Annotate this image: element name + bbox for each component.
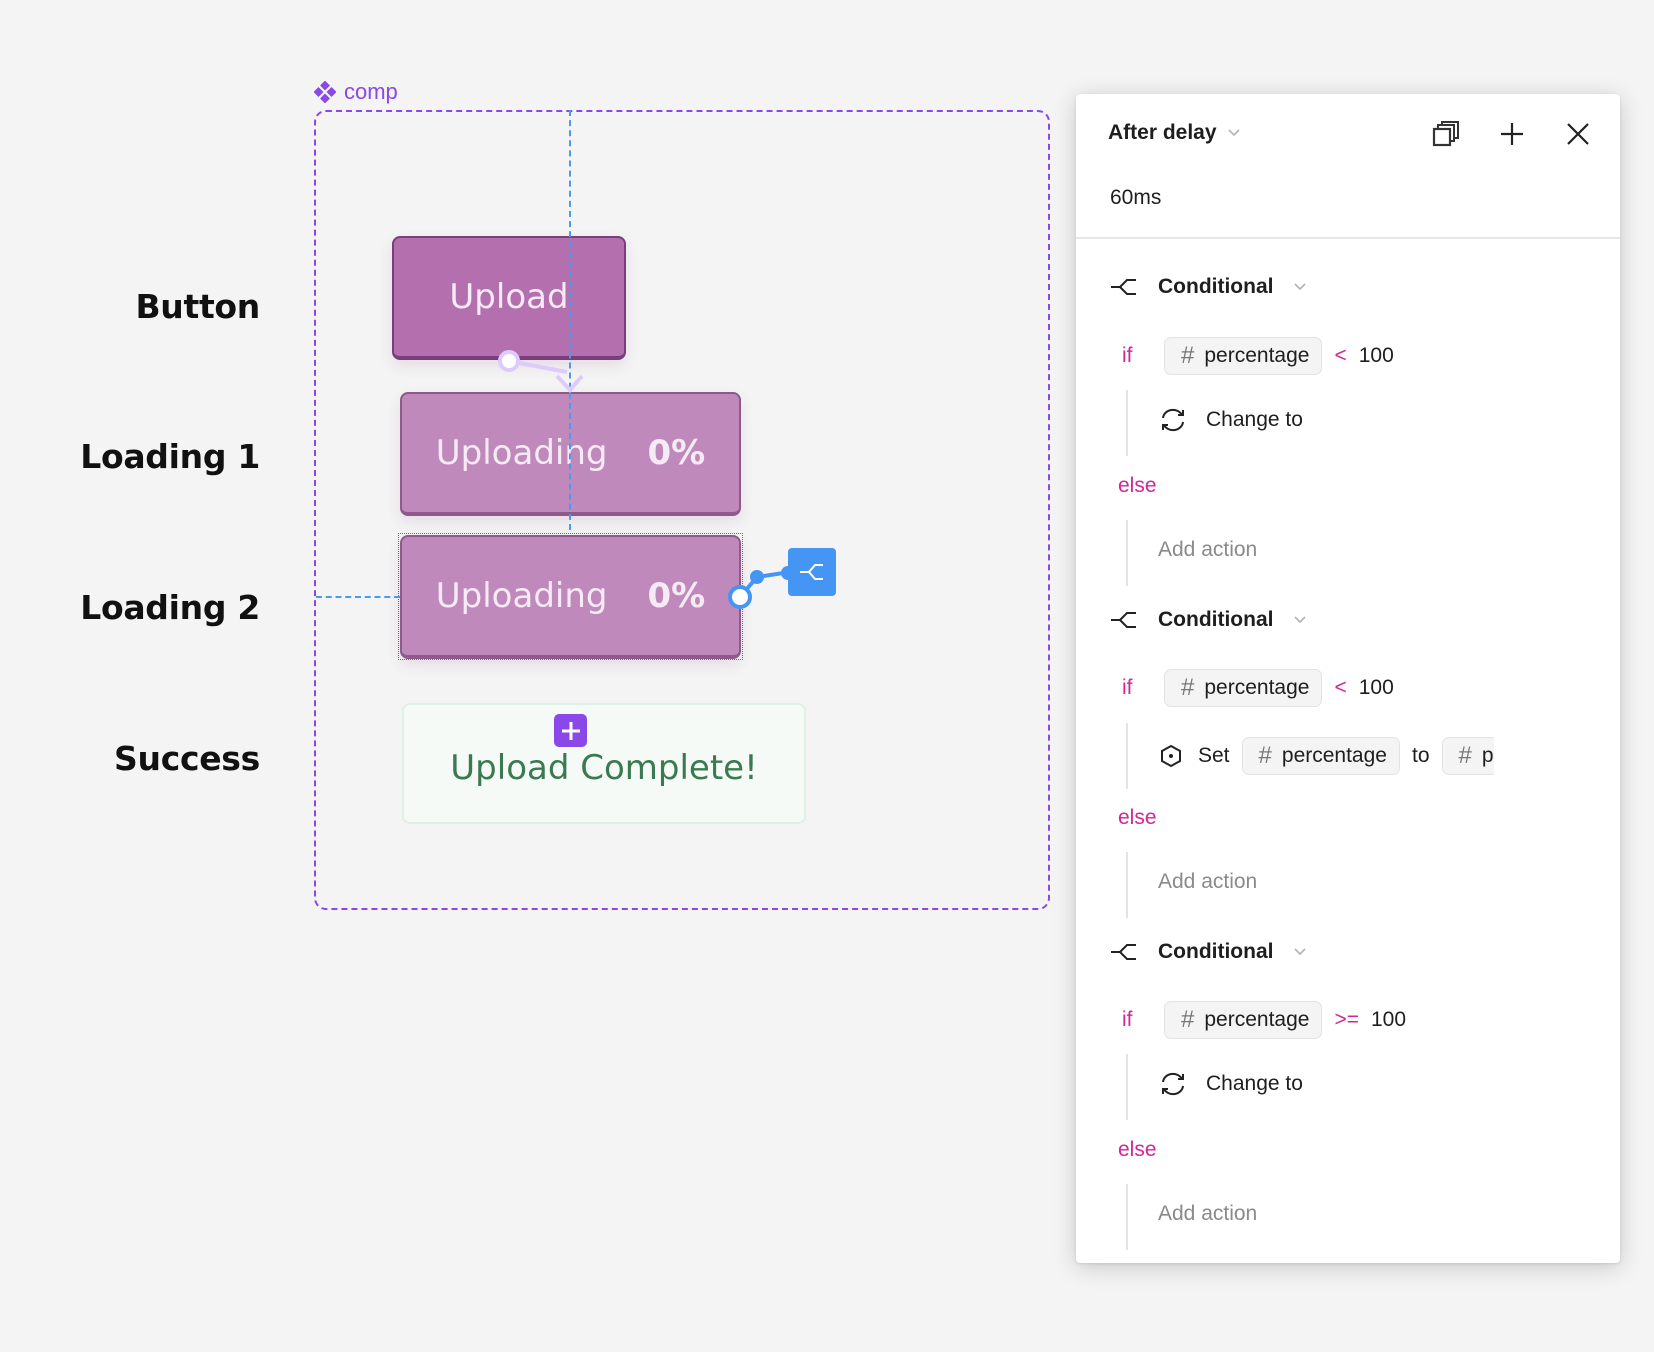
conditional-title: Conditional	[1158, 608, 1274, 631]
change-to-icon	[1162, 1072, 1184, 1096]
loading-2-percent: 0%	[647, 576, 706, 616]
variable-name: percentage	[1204, 676, 1310, 699]
conditional-header[interactable]: Conditional	[1110, 940, 1307, 964]
number-variable-icon: #	[1181, 674, 1195, 701]
variable-pill[interactable]: # percentage	[1164, 337, 1323, 375]
condition-value[interactable]: 100	[1359, 344, 1394, 368]
copies-icon[interactable]	[1432, 120, 1460, 148]
conditional-title: Conditional	[1158, 275, 1274, 298]
trigger-label: After delay	[1108, 121, 1217, 144]
add-action-button[interactable]: Add action	[1158, 870, 1257, 894]
loading-1-label: Uploading	[435, 433, 608, 473]
alignment-guide-horizontal	[316, 596, 400, 598]
condition-value[interactable]: 100	[1359, 676, 1394, 700]
branch-line	[1126, 723, 1128, 789]
branch-line	[1126, 390, 1128, 456]
trigger-dropdown[interactable]: After delay	[1108, 121, 1241, 145]
operator[interactable]: >=	[1334, 1008, 1359, 1032]
if-keyword: if	[1122, 676, 1133, 699]
conditional-header[interactable]: Conditional	[1110, 608, 1307, 632]
change-to-icon	[1162, 408, 1184, 432]
target-variable-pill[interactable]: # percentage	[1241, 737, 1400, 775]
conditional-branch-icon	[1111, 279, 1136, 295]
variable-name: percentage	[1204, 344, 1310, 367]
action-row[interactable]: Set # percentage to # percentage	[1158, 737, 1494, 775]
plus-icon[interactable]	[1498, 120, 1526, 148]
number-variable-icon: #	[1181, 342, 1195, 369]
success-variant[interactable]: Upload Complete!	[402, 703, 806, 824]
add-action-button[interactable]: Add action	[1158, 538, 1257, 562]
number-variable-icon: #	[1258, 742, 1272, 769]
if-condition-row: if # percentage >= 100	[1122, 1001, 1406, 1039]
conditional-interaction-badge[interactable]	[788, 548, 836, 596]
else-row: else	[1118, 1138, 1157, 1162]
else-keyword: else	[1118, 474, 1157, 497]
state-label-loading-1: Loading 1	[80, 437, 260, 476]
expression-pill[interactable]: # percentage	[1441, 737, 1494, 775]
if-keyword: if	[1122, 1008, 1133, 1031]
add-variant-button[interactable]	[554, 714, 587, 747]
condition-value[interactable]: 100	[1371, 1008, 1406, 1032]
component-name: comp	[344, 79, 398, 104]
action-label: Set	[1198, 744, 1230, 767]
branch-line	[1126, 520, 1128, 586]
set-variable-icon	[1161, 744, 1181, 768]
chevron-down-icon	[1227, 129, 1240, 137]
action-row[interactable]: Change to	[1158, 407, 1303, 433]
variable-name: percentage	[1281, 744, 1387, 767]
success-label: Upload Complete!	[450, 747, 758, 788]
number-variable-icon: #	[1181, 1006, 1195, 1033]
interaction-panel: After delay 60ms Conditional if # percen…	[1076, 94, 1620, 1263]
upload-button-variant[interactable]: Upload	[392, 236, 626, 360]
plus-icon	[561, 721, 580, 740]
conditional-header[interactable]: Conditional	[1110, 275, 1307, 299]
if-keyword: if	[1122, 344, 1133, 367]
expression-text: percentage	[1481, 744, 1494, 767]
state-label-loading-2: Loading 2	[80, 588, 260, 627]
variable-pill[interactable]: # percentage	[1164, 669, 1323, 707]
else-row: else	[1118, 474, 1157, 498]
chevron-down-icon	[1294, 283, 1307, 291]
else-keyword: else	[1118, 1138, 1157, 1161]
if-condition-row: if # percentage < 100	[1122, 337, 1394, 375]
loading-1-percent: 0%	[647, 433, 706, 473]
to-label: to	[1411, 744, 1430, 767]
action-label: Change to	[1206, 1072, 1303, 1095]
loading-2-variant[interactable]: Uploading 0%	[400, 535, 741, 659]
state-label-success: Success	[114, 739, 260, 778]
alignment-guide-vertical	[569, 110, 571, 530]
conditional-branch-icon	[1111, 944, 1136, 960]
state-label-button: Button	[135, 287, 260, 326]
conditional-branch-icon	[800, 564, 823, 580]
chevron-down-icon	[1294, 948, 1307, 956]
conditional-branch-icon	[1111, 612, 1136, 628]
chevron-down-icon	[1294, 616, 1307, 624]
branch-line	[1126, 1054, 1128, 1120]
branch-line	[1126, 1184, 1128, 1250]
action-row[interactable]: Change to	[1158, 1071, 1303, 1097]
loading-2-label: Uploading	[435, 576, 608, 616]
variable-pill[interactable]: # percentage	[1164, 1001, 1323, 1039]
panel-header: After delay 60ms	[1076, 94, 1620, 239]
delay-input[interactable]: 60ms	[1110, 186, 1161, 210]
operator[interactable]: <	[1334, 676, 1346, 700]
branch-line	[1126, 852, 1128, 918]
else-row: else	[1118, 806, 1157, 830]
conditional-title: Conditional	[1158, 940, 1274, 963]
upload-button-label: Upload	[449, 277, 569, 317]
action-label: Change to	[1206, 408, 1303, 431]
variable-name: percentage	[1204, 1008, 1310, 1031]
if-condition-row: if # percentage < 100	[1122, 669, 1394, 707]
add-action-button[interactable]: Add action	[1158, 1202, 1257, 1226]
close-icon[interactable]	[1564, 120, 1592, 148]
else-keyword: else	[1118, 806, 1157, 829]
operator[interactable]: <	[1334, 344, 1346, 368]
component-icon	[314, 81, 336, 103]
number-variable-icon: #	[1458, 742, 1472, 769]
component-name-label[interactable]: comp	[314, 79, 398, 105]
